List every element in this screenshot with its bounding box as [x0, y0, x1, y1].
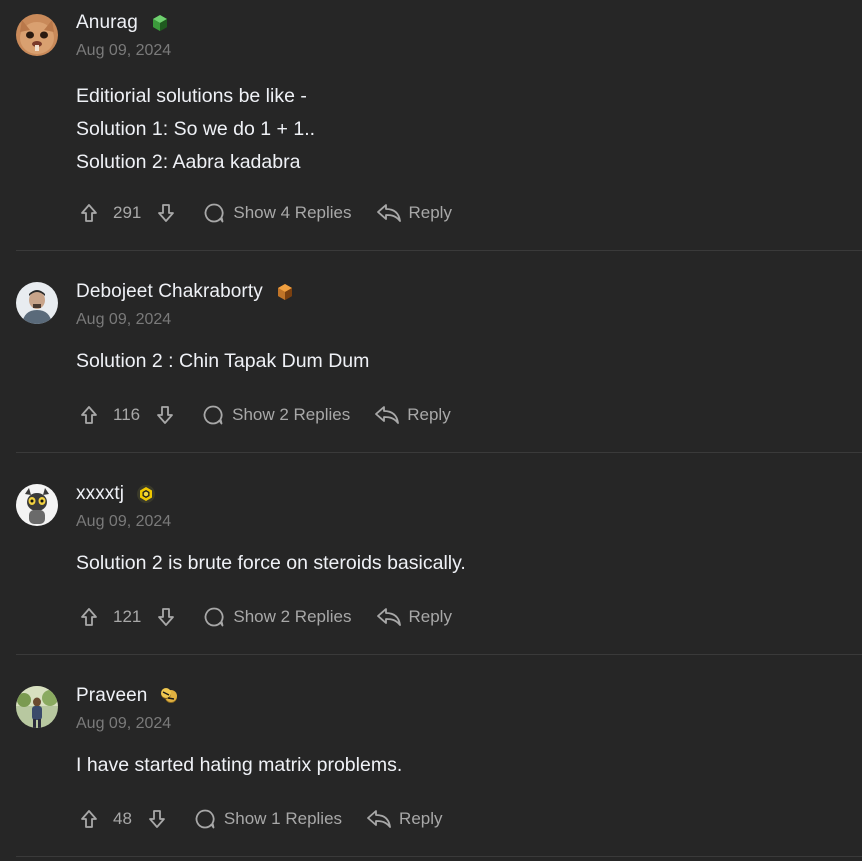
- upvote-button[interactable]: [78, 604, 100, 630]
- comment-header: Praveen: [76, 683, 179, 709]
- arrow-up-icon: [81, 608, 97, 626]
- reply-button[interactable]: Reply: [376, 202, 452, 224]
- comment-text-line: Solution 2: Aabra kadabra: [76, 151, 301, 173]
- reply-arrow-icon: [367, 810, 391, 828]
- vote-count: 291: [113, 203, 142, 222]
- reply-arrow-icon: [375, 406, 400, 424]
- reply-label: Reply: [408, 203, 452, 222]
- arrow-down-icon: [158, 608, 175, 626]
- comment-item: xxxxtj Aug 09, 2024 Solution 2 is brute …: [16, 453, 862, 655]
- arrow-down-icon: [157, 406, 174, 424]
- comment-text-line: Editiorial solutions be like -: [76, 85, 307, 107]
- arrow-down-icon: [158, 204, 175, 222]
- avatar[interactable]: [16, 484, 58, 526]
- arrow-up-icon: [81, 406, 97, 424]
- vote-count: 116: [113, 405, 141, 424]
- comment-actions: 291 Show 4 Replies Reply: [78, 198, 452, 228]
- comment-date: Aug 09, 2024: [76, 513, 172, 530]
- comment-header: Debojeet Chakraborty: [76, 279, 295, 305]
- avatar[interactable]: [16, 282, 58, 324]
- show-replies-label: Show 2 Replies: [233, 607, 352, 626]
- orange-cube-badge-icon[interactable]: [275, 282, 295, 302]
- show-replies-button[interactable]: Show 4 Replies: [203, 202, 352, 224]
- reply-button[interactable]: Reply: [374, 404, 451, 426]
- comment-list: Anurag Aug 09, 2024 Editiorial solutions…: [0, 0, 862, 861]
- reply-label: Reply: [407, 405, 451, 424]
- reply-label: Reply: [408, 607, 452, 626]
- show-replies-label: Show 1 Replies: [223, 809, 343, 828]
- downvote-button[interactable]: [154, 402, 176, 428]
- comment-bubble-icon: [205, 607, 224, 627]
- comment-text-line: Solution 2 : Chin Tapak Dum Dum: [76, 350, 370, 372]
- green-cube-badge-icon[interactable]: [150, 13, 170, 33]
- arrow-up-icon: [81, 810, 97, 828]
- comment-item: Debojeet Chakraborty Aug 09, 2024 Soluti…: [16, 251, 862, 453]
- downvote-button[interactable]: [155, 200, 177, 226]
- comment-item: Anurag Aug 09, 2024 Editiorial solutions…: [16, 0, 862, 251]
- reply-button[interactable]: Reply: [376, 606, 452, 628]
- avatar[interactable]: [16, 14, 58, 56]
- vote-count: 121: [113, 607, 142, 626]
- reply-arrow-icon: [376, 204, 401, 222]
- show-replies-button[interactable]: Show 1 Replies: [194, 808, 342, 830]
- comment-date: Aug 09, 2024: [76, 311, 172, 328]
- comment-text-line: I have started hating matrix problems.: [76, 754, 403, 776]
- comment-bubble-icon: [203, 405, 223, 425]
- comment-body: Solution 2 : Chin Tapak Dum Dum: [76, 345, 369, 378]
- gold-coins-badge-icon[interactable]: [159, 686, 179, 706]
- comment-actions: 48 Show 1 Replies Reply: [78, 804, 443, 834]
- comment-date: Aug 09, 2024: [76, 715, 172, 732]
- vote-count: 48: [113, 809, 132, 828]
- arrow-up-icon: [81, 204, 97, 222]
- reply-arrow-icon: [376, 608, 401, 626]
- upvote-button[interactable]: [78, 806, 100, 832]
- username[interactable]: xxxxtj: [76, 483, 124, 505]
- show-replies-label: Show 4 Replies: [233, 203, 352, 222]
- comment-header: xxxxtj: [76, 481, 156, 507]
- show-replies-button[interactable]: Show 2 Replies: [203, 606, 352, 628]
- username[interactable]: Anurag: [76, 12, 138, 34]
- upvote-button[interactable]: [78, 200, 100, 226]
- reply-label: Reply: [399, 809, 443, 828]
- username[interactable]: Praveen: [76, 685, 147, 707]
- comment-bubble-icon: [195, 809, 215, 829]
- downvote-button[interactable]: [155, 604, 177, 630]
- comment-header: Anurag: [76, 10, 170, 36]
- comment-bubble-icon: [205, 203, 224, 223]
- show-replies-button[interactable]: Show 2 Replies: [202, 404, 350, 426]
- comment-text-line: Solution 1: So we do 1 + 1..: [76, 118, 316, 140]
- comment-item: Praveen Aug 09, 2024 I have started hati…: [16, 655, 862, 857]
- comment-date: Aug 09, 2024: [76, 42, 172, 59]
- avatar[interactable]: [16, 686, 58, 728]
- username[interactable]: Debojeet Chakraborty: [76, 281, 263, 303]
- comment-actions: 121 Show 2 Replies Reply: [78, 602, 452, 632]
- upvote-button[interactable]: [78, 402, 100, 428]
- comment-body: I have started hating matrix problems.: [76, 749, 402, 782]
- comment-actions: 116 Show 2 Replies Reply: [78, 400, 451, 430]
- comment-text-line: Solution 2 is brute force on steroids ba…: [76, 552, 466, 574]
- arrow-down-icon: [149, 810, 165, 828]
- show-replies-label: Show 2 Replies: [232, 405, 351, 424]
- comment-body: Editiorial solutions be like - Solution …: [76, 80, 315, 179]
- yellow-hex-badge-icon[interactable]: [136, 484, 156, 504]
- reply-button[interactable]: Reply: [366, 808, 443, 830]
- downvote-button[interactable]: [146, 806, 168, 832]
- comment-body: Solution 2 is brute force on steroids ba…: [76, 547, 466, 580]
